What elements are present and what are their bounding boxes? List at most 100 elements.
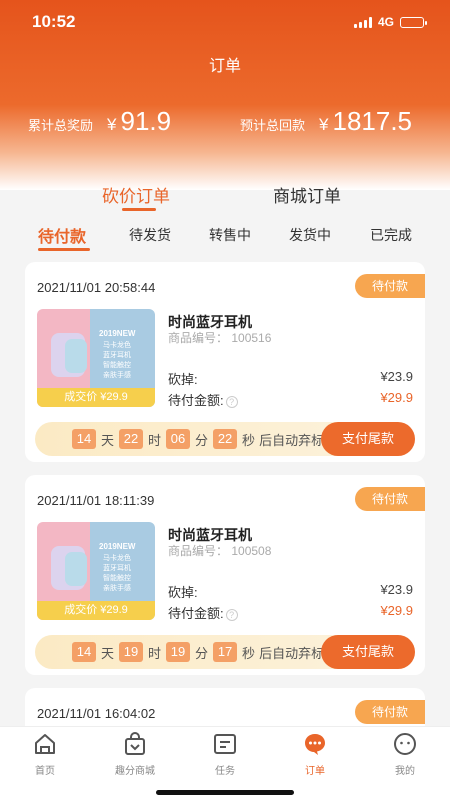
- tab-shipping[interactable]: 发货中: [289, 225, 331, 245]
- order-card[interactable]: 2021/11/01 18:11:39 待付款 2019NEW 马卡龙色 蓝牙耳…: [25, 475, 425, 675]
- status-time: 10:52: [32, 12, 76, 31]
- tab-reselling[interactable]: 转售中: [209, 225, 251, 245]
- countdown: 14 天 19 时 19 分 17 秒 后自动弃标: [67, 642, 324, 662]
- tab-label: 待付款: [38, 229, 87, 246]
- unit-hour: 时: [148, 432, 162, 448]
- desc-line: 智能触控: [103, 575, 131, 582]
- total-reward-stat: 累计总奖励 ¥ 91.9: [28, 106, 171, 137]
- countdown-suffix: 后自动弃标: [259, 645, 325, 661]
- desc-line: 亲肤手感: [103, 585, 131, 592]
- unit-minute: 分: [195, 432, 209, 448]
- stat-currency: ¥: [107, 115, 117, 134]
- bottom-tab-bar: 首页 趣分商城 任务 订单 我的: [0, 726, 450, 800]
- tab-label: 转售中: [209, 227, 251, 243]
- image-desc-text: 马卡龙色 蓝牙耳机 智能触控 亲肤手感: [103, 341, 131, 381]
- tab-pending-shipment[interactable]: 待发货: [129, 225, 171, 245]
- tab-pending-payment[interactable]: 待付款: [38, 223, 90, 251]
- pay-value: ¥29.9: [380, 603, 413, 618]
- status-badge: 待付款: [355, 274, 425, 298]
- tab-label: 发货中: [289, 227, 331, 243]
- code-value: 100516: [231, 331, 272, 345]
- home-icon: [35, 734, 55, 754]
- tab-mall-orders[interactable]: 商城订单: [273, 182, 341, 207]
- countdown-seconds: 17: [213, 642, 238, 662]
- tabbar-item-home[interactable]: 首页: [0, 731, 90, 777]
- desc-line: 智能触控: [103, 362, 131, 369]
- stat-label: 预计总回款: [240, 118, 306, 133]
- tabbar-label: 我的: [395, 766, 415, 777]
- status-tabs: 待付款 待发货 转售中 发货中 已完成: [0, 225, 450, 251]
- image-desc-text: 马卡龙色 蓝牙耳机 智能触控 亲肤手感: [103, 554, 131, 594]
- desc-line: 蓝牙耳机: [103, 565, 131, 572]
- tabbar-label: 趣分商城: [115, 766, 155, 777]
- info-icon[interactable]: ?: [225, 395, 238, 408]
- countdown-hours: 19: [119, 642, 144, 662]
- info-icon[interactable]: ?: [225, 608, 238, 621]
- order-chat-icon: [305, 734, 325, 755]
- pay-value: ¥29.9: [380, 390, 413, 405]
- code-label: 商品编号：: [168, 544, 229, 558]
- product-image[interactable]: 2019NEW 马卡龙色 蓝牙耳机 智能触控 亲肤手感 成交价 ¥29.9: [37, 309, 155, 407]
- status-bar: 10:52 4G: [0, 0, 450, 44]
- stat-currency: ¥: [319, 115, 329, 134]
- order-date: 2021/11/01 16:04:02: [37, 706, 156, 721]
- tabbar-item-tasks[interactable]: 任务: [180, 731, 270, 777]
- tabbar-label: 任务: [215, 766, 235, 777]
- tabbar-item-profile[interactable]: 我的: [360, 731, 450, 777]
- pay-amount-row: 待付金额:?: [168, 390, 238, 409]
- deal-price-strip: 成交价 ¥29.9: [37, 601, 155, 620]
- cut-value: ¥23.9: [380, 369, 413, 384]
- unit-day: 天: [101, 645, 115, 661]
- earbud-shape: [65, 552, 87, 586]
- image-brand-text: 2019NEW: [99, 329, 136, 338]
- status-badge: 待付款: [355, 487, 425, 511]
- desc-line: 马卡龙色: [103, 342, 131, 349]
- countdown-minutes: 06: [166, 429, 191, 449]
- earbud-shape: [65, 339, 87, 373]
- battery-icon: [400, 16, 427, 28]
- countdown-suffix: 后自动弃标: [259, 432, 325, 448]
- header: 10:52 4G 订单 累计总奖励 ¥ 91.9 预计总回款 ¥ 1817.5: [0, 0, 450, 190]
- pay-balance-button[interactable]: 支付尾款: [321, 635, 415, 669]
- tabbar-label: 订单: [305, 766, 325, 777]
- countdown-bar: 14 天 22 时 06 分 22 秒 后自动弃标 支付尾款: [35, 422, 415, 456]
- desc-line: 蓝牙耳机: [103, 352, 131, 359]
- shopping-bag-icon: [125, 732, 145, 755]
- tab-label: 商城订单: [273, 187, 341, 206]
- unit-minute: 分: [195, 645, 209, 661]
- tabbar-item-mall[interactable]: 趣分商城: [90, 731, 180, 777]
- status-badge: 待付款: [355, 700, 425, 724]
- profile-icon: [394, 733, 416, 755]
- code-label: 商品编号：: [168, 331, 229, 345]
- desc-line: 马卡龙色: [103, 555, 131, 562]
- unit-hour: 时: [148, 645, 162, 661]
- product-code: 商品编号： 100516: [168, 329, 271, 346]
- tab-completed[interactable]: 已完成: [370, 225, 412, 245]
- tab-bargain-orders[interactable]: 砍价订单: [102, 182, 170, 211]
- home-indicator: [156, 790, 294, 795]
- stat-label: 累计总奖励: [28, 118, 94, 133]
- order-card[interactable]: 2021/11/01 20:58:44 待付款 2019NEW 马卡龙色 蓝牙耳…: [25, 262, 425, 462]
- tab-label: 待发货: [129, 227, 171, 243]
- unit-day: 天: [101, 432, 115, 448]
- order-date: 2021/11/01 20:58:44: [37, 280, 156, 295]
- pay-label: 待付金额:: [168, 606, 224, 621]
- tab-label: 已完成: [370, 227, 412, 243]
- active-tab-underline: [122, 208, 156, 211]
- deal-price-strip: 成交价 ¥29.9: [37, 388, 155, 407]
- network-label: 4G: [377, 15, 394, 29]
- pay-label: 待付金额:: [168, 393, 224, 408]
- countdown-seconds: 22: [213, 429, 238, 449]
- order-date: 2021/11/01 18:11:39: [37, 493, 155, 508]
- product-image[interactable]: 2019NEW 马卡龙色 蓝牙耳机 智能触控 亲肤手感 成交价 ¥29.9: [37, 522, 155, 620]
- stat-value: 91.9: [120, 106, 172, 136]
- unit-second: 秒: [242, 432, 256, 448]
- main-tabs: 砍价订单 商城订单: [0, 182, 450, 212]
- page-title: 订单: [208, 58, 241, 75]
- tabbar-item-orders[interactable]: 订单: [270, 731, 360, 777]
- pay-balance-button[interactable]: 支付尾款: [321, 422, 415, 456]
- status-icons: 4G: [353, 15, 427, 29]
- image-brand-text: 2019NEW: [99, 542, 136, 551]
- tab-label: 砍价订单: [102, 187, 170, 206]
- signal-icon: [353, 16, 372, 28]
